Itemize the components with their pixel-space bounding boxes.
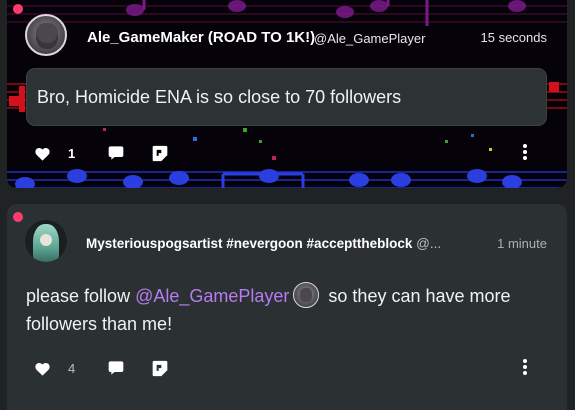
heart-icon xyxy=(35,147,50,161)
user-mention-link[interactable]: @Ale_GamePlayer xyxy=(135,286,289,306)
comment-card: Ale_GameMaker (ROAD TO 1K!) @Ale_GamePla… xyxy=(7,0,567,188)
comment-actions: 1 xyxy=(7,142,567,166)
timestamp: 1 minute xyxy=(497,236,547,251)
vertical-dots-icon xyxy=(523,359,527,375)
avatar[interactable] xyxy=(25,14,67,56)
comment-text: please follow @Ale_GamePlayer so they ca… xyxy=(26,282,546,338)
more-options-button[interactable] xyxy=(523,359,527,375)
author-name[interactable]: Ale_GameMaker (ROAD TO 1K!) xyxy=(87,29,315,46)
comment-text-start: please follow xyxy=(26,286,136,306)
author-handle: @... xyxy=(416,236,442,251)
comment-bubble: Bro, Homicide ENA is so close to 70 foll… xyxy=(26,68,547,126)
like-count: 4 xyxy=(68,361,76,376)
unread-indicator xyxy=(13,212,23,222)
author-display-name: Mysteriouspogsartist #nevergoon #acceptt… xyxy=(86,236,413,251)
remix-button[interactable] xyxy=(152,360,168,377)
comment-feed: Ale_GameMaker (ROAD TO 1K!) @Ale_GamePla… xyxy=(0,0,575,410)
author-handle[interactable]: @Ale_GamePlayer xyxy=(314,31,425,46)
remix-button[interactable] xyxy=(152,145,168,162)
speech-bubble-icon xyxy=(108,361,124,375)
reply-button[interactable] xyxy=(108,360,124,376)
avatar[interactable] xyxy=(25,220,67,262)
author-name[interactable]: Mysteriouspogsartist #nevergoon #acceptt… xyxy=(86,236,470,251)
speech-bubble-icon xyxy=(108,146,124,160)
comment-text: Bro, Homicide ENA is so close to 70 foll… xyxy=(37,87,402,107)
remix-icon xyxy=(152,145,168,162)
like-button[interactable]: 1 xyxy=(35,146,75,161)
unread-indicator xyxy=(13,4,23,14)
heart-icon xyxy=(35,362,50,376)
more-options-button[interactable] xyxy=(523,144,527,160)
remix-icon xyxy=(152,360,168,377)
reply-button[interactable] xyxy=(108,145,124,161)
mention-avatar xyxy=(293,282,320,308)
vertical-dots-icon xyxy=(523,144,527,160)
like-button[interactable]: 4 xyxy=(35,361,75,376)
like-count: 1 xyxy=(68,146,76,161)
timestamp: 15 seconds xyxy=(480,30,548,45)
comment-actions: 4 xyxy=(7,357,567,381)
comment-card: Mysteriouspogsartist #nevergoon #acceptt… xyxy=(7,204,567,410)
